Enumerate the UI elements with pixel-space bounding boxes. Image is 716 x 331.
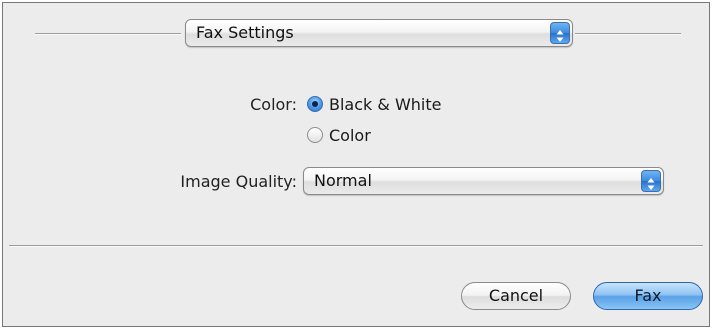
fax-button[interactable]: Fax <box>593 282 703 310</box>
header-separator-left <box>35 33 181 35</box>
image-quality-label: Image Quality: <box>180 172 297 191</box>
radio-color-label: Color <box>329 125 371 145</box>
popup-arrows-icon <box>641 170 661 192</box>
panel-selector-popup[interactable]: Fax Settings <box>185 19 573 47</box>
popup-arrows-icon <box>550 22 570 44</box>
color-label: Color: <box>250 95 297 114</box>
radio-unselected-icon <box>307 127 323 143</box>
radio-black-white-label: Black & White <box>329 94 442 114</box>
footer-separator <box>9 245 703 247</box>
panel-selector-value: Fax Settings <box>196 23 294 42</box>
image-quality-value: Normal <box>314 171 372 190</box>
image-quality-popup[interactable]: Normal <box>303 167 664 195</box>
radio-color[interactable]: Color <box>307 124 371 146</box>
radio-black-white[interactable]: Black & White <box>307 93 441 115</box>
header-separator-right <box>575 33 681 35</box>
radio-selected-icon <box>307 96 323 112</box>
cancel-button[interactable]: Cancel <box>461 282 571 310</box>
print-dialog: Fax Settings Color: Black & White Color … <box>2 2 710 327</box>
